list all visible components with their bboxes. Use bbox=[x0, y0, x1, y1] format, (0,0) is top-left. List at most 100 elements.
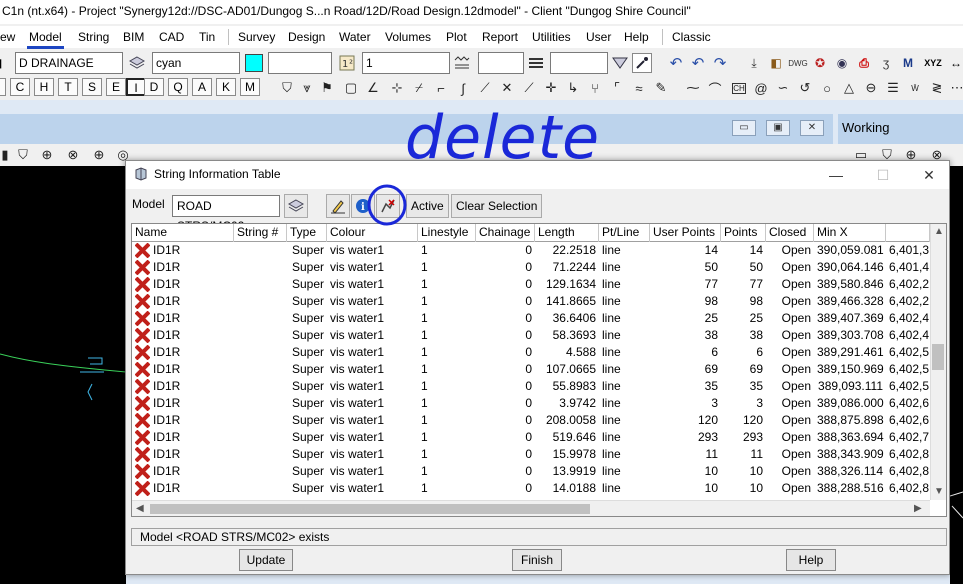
cell-chainage[interactable]: 0 bbox=[476, 395, 535, 412]
cell-name[interactable]: ID1R bbox=[150, 412, 234, 429]
cell-ptline[interactable]: line bbox=[599, 446, 650, 463]
cell-colour[interactable]: vis water1 bbox=[327, 446, 418, 463]
snap-key-e[interactable]: E bbox=[106, 78, 126, 96]
cell-colour[interactable]: vis water1 bbox=[327, 361, 418, 378]
pen-icon[interactable]: ✎ bbox=[652, 79, 670, 97]
cell-name[interactable]: ID1R bbox=[150, 429, 234, 446]
cell-miny[interactable]: 6,402,7 bbox=[886, 429, 930, 446]
s-curve-icon[interactable]: ∽ bbox=[774, 79, 792, 97]
cell-linestyle[interactable]: 1 bbox=[418, 429, 476, 446]
cell-ptline[interactable]: line bbox=[599, 378, 650, 395]
cell-length[interactable]: 3.9742 bbox=[535, 395, 599, 412]
cell-closed[interactable]: Open bbox=[766, 310, 814, 327]
view-close-button[interactable]: ✕ bbox=[800, 120, 824, 136]
cell-string[interactable] bbox=[234, 463, 287, 480]
cell-colour[interactable]: vis water1 bbox=[327, 310, 418, 327]
table-row[interactable]: ID1R Super vis water1 1 0 22.2518 line 14 14 Open… bbox=[132, 242, 930, 259]
cell-user-points[interactable]: 10 bbox=[650, 463, 721, 480]
cell-string[interactable] bbox=[234, 395, 287, 412]
cell-chainage[interactable]: 0 bbox=[476, 446, 535, 463]
scroll-left-icon[interactable]: ◀ bbox=[136, 503, 144, 514]
cell-points[interactable]: 10 bbox=[721, 463, 766, 480]
view-restore-button[interactable]: ▣ bbox=[766, 120, 790, 136]
spiral-icon[interactable]: @ bbox=[752, 79, 770, 97]
cell-string[interactable] bbox=[234, 429, 287, 446]
horizontal-scroll-thumb[interactable] bbox=[150, 504, 590, 514]
cell-linestyle[interactable]: 1 bbox=[418, 480, 476, 497]
colour-field[interactable]: cyan bbox=[152, 52, 240, 74]
menu-help[interactable]: Help bbox=[622, 26, 651, 48]
vertical-scrollbar[interactable]: ▲ ▼ bbox=[930, 224, 946, 500]
menu-view[interactable]: ew bbox=[0, 26, 17, 48]
cell-minx[interactable]: 390,064.146 bbox=[814, 259, 886, 276]
cell-user-points[interactable]: 69 bbox=[650, 361, 721, 378]
script-icon[interactable]: ʒ bbox=[876, 53, 896, 73]
snap-key-d[interactable]: D bbox=[144, 78, 164, 96]
filter-icon[interactable]: ⛉ bbox=[14, 146, 32, 164]
cell-miny[interactable]: 6,402,5 bbox=[886, 378, 930, 395]
snap-key-m[interactable]: M bbox=[240, 78, 260, 96]
layers-icon[interactable] bbox=[127, 53, 147, 73]
pattern-icon[interactable] bbox=[452, 53, 472, 73]
cell-points[interactable]: 98 bbox=[721, 293, 766, 310]
cell-colour[interactable]: vis water1 bbox=[327, 412, 418, 429]
snap-key-c[interactable]: C bbox=[10, 78, 30, 96]
cell-user-points[interactable]: 120 bbox=[650, 412, 721, 429]
update-button[interactable]: Update bbox=[239, 549, 293, 571]
cell-ptline[interactable]: line bbox=[599, 412, 650, 429]
cell-length[interactable]: 55.8983 bbox=[535, 378, 599, 395]
table-row[interactable]: ID1R Super vis water1 1 0 36.6406 line 25 25 Open… bbox=[132, 310, 930, 327]
menu-user[interactable]: User bbox=[584, 26, 613, 48]
merge-icon[interactable]: M bbox=[898, 53, 918, 73]
cell-minx[interactable]: 388,288.516 bbox=[814, 480, 886, 497]
cell-user-points[interactable]: 10 bbox=[650, 480, 721, 497]
cell-chainage[interactable]: 0 bbox=[476, 412, 535, 429]
cell-type[interactable]: Super bbox=[287, 344, 327, 361]
help-button[interactable]: Help bbox=[786, 549, 836, 571]
model-field[interactable]: ROAD STRS/MC02 bbox=[172, 195, 280, 233]
active-button[interactable]: Active bbox=[406, 194, 449, 218]
pick-icon[interactable]: ⊗ bbox=[64, 146, 82, 164]
cell-closed[interactable]: Open bbox=[766, 276, 814, 293]
cell-colour[interactable]: vis water1 bbox=[327, 293, 418, 310]
wid-icon[interactable]: W̄ bbox=[906, 79, 924, 97]
arc-icon[interactable]: ⌒ bbox=[706, 79, 724, 97]
xyz-icon[interactable]: XYZ bbox=[920, 53, 946, 73]
cell-miny[interactable]: 6,402,6 bbox=[886, 395, 930, 412]
table-row[interactable]: ID1R Super vis water1 1 0 129.1634 line 77 77 Ope… bbox=[132, 276, 930, 293]
shield-icon[interactable]: ⛉ bbox=[278, 79, 296, 97]
menu-water[interactable]: Water bbox=[337, 26, 373, 48]
table-row[interactable]: ID1R Super vis water1 1 0 13.9919 line 10 10 Open… bbox=[132, 463, 930, 480]
cell-ptline[interactable]: line bbox=[599, 463, 650, 480]
cell-length[interactable]: 58.3693 bbox=[535, 327, 599, 344]
cell-type[interactable]: Super bbox=[287, 259, 327, 276]
cell-linestyle[interactable]: 1 bbox=[418, 446, 476, 463]
column-header-length[interactable]: Length bbox=[535, 224, 599, 242]
cell-user-points[interactable]: 14 bbox=[650, 242, 721, 259]
cell-linestyle[interactable]: 1 bbox=[418, 327, 476, 344]
cell-ptline[interactable]: line bbox=[599, 242, 650, 259]
working-canvas[interactable] bbox=[949, 166, 963, 584]
cell-name[interactable]: ID1R bbox=[150, 361, 234, 378]
cell-string[interactable] bbox=[234, 259, 287, 276]
table-row[interactable]: ID1R Super vis water1 1 0 14.0188 line 10 10 Open… bbox=[132, 480, 930, 497]
globe-icon[interactable]: ◉ bbox=[832, 53, 852, 73]
menu-bim[interactable]: BIM bbox=[121, 26, 146, 48]
table-row[interactable]: ID1R Super vis water1 1 0 55.8983 line 35 35 Open… bbox=[132, 378, 930, 395]
menu-survey[interactable]: Survey bbox=[236, 26, 277, 48]
table-row[interactable]: ID1R Super vis water1 1 0 141.8665 line 98 98 Ope… bbox=[132, 293, 930, 310]
dwg-icon[interactable]: DWG bbox=[788, 53, 808, 73]
snap-key-edge[interactable] bbox=[0, 78, 6, 96]
pdf-icon[interactable]: ⎙ bbox=[854, 53, 874, 73]
cell-length[interactable]: 71.2244 bbox=[535, 259, 599, 276]
cell-colour[interactable]: vis water1 bbox=[327, 344, 418, 361]
vertical-scroll-thumb[interactable] bbox=[932, 344, 944, 370]
layer-field[interactable]: D DRAINAGE bbox=[15, 52, 123, 74]
cell-user-points[interactable]: 98 bbox=[650, 293, 721, 310]
corner-up-icon[interactable]: ⌜ bbox=[608, 79, 626, 97]
column-header-chainage[interactable]: Chainage bbox=[476, 224, 535, 242]
cell-minx[interactable]: 390,059.081 bbox=[814, 242, 886, 259]
cell-points[interactable]: 3 bbox=[721, 395, 766, 412]
cell-type[interactable]: Super bbox=[287, 395, 327, 412]
cell-colour[interactable]: vis water1 bbox=[327, 395, 418, 412]
